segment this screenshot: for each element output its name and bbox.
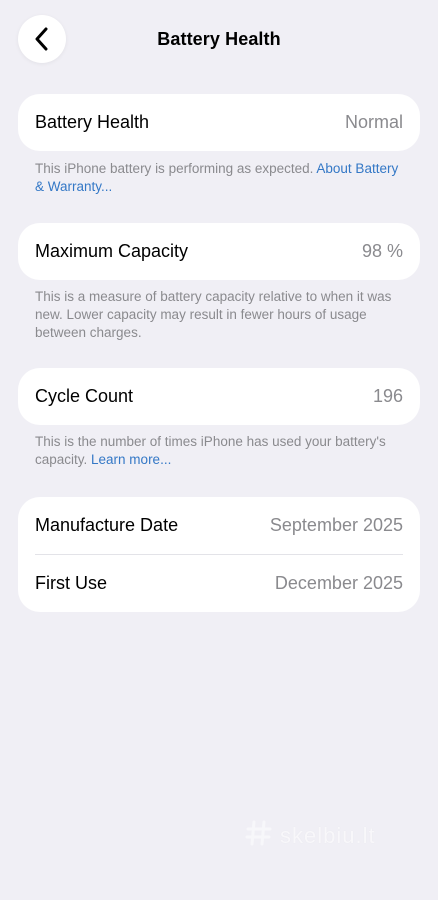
battery-health-card[interactable]: Battery Health Normal xyxy=(18,94,420,151)
dates-card: Manufacture Date September 2025 First Us… xyxy=(18,497,420,612)
manufacture-date-value: September 2025 xyxy=(269,515,403,535)
first-use-value: December 2025 xyxy=(274,573,403,593)
battery-health-value: Normal xyxy=(344,112,403,132)
learn-more-link[interactable]: Learn more... xyxy=(91,452,171,467)
battery-health-label: Battery Health xyxy=(35,112,150,132)
cycle-count-footnote: This is the number of times iPhone has u… xyxy=(35,433,405,469)
cycle-count-note: This is the number of times iPhone has u… xyxy=(35,434,386,467)
maximum-capacity-label: Maximum Capacity xyxy=(35,241,189,261)
manufacture-date-row: Manufacture Date September 2025 xyxy=(18,497,420,554)
watermark: skelbiu.lt xyxy=(244,818,376,853)
cycle-count-row: Cycle Count 196 xyxy=(18,368,420,425)
battery-health-note: This iPhone battery is performing as exp… xyxy=(35,161,317,176)
maximum-capacity-card: Maximum Capacity 98 % xyxy=(18,223,420,280)
hash-icon xyxy=(244,818,274,853)
maximum-capacity-note: This is a measure of battery capacity re… xyxy=(35,289,392,340)
battery-health-row[interactable]: Battery Health Normal xyxy=(18,94,420,151)
battery-health-footnote: This iPhone battery is performing as exp… xyxy=(35,160,405,196)
maximum-capacity-row: Maximum Capacity 98 % xyxy=(18,223,420,280)
maximum-capacity-value: 98 % xyxy=(361,241,403,261)
first-use-row: First Use December 2025 xyxy=(18,555,420,612)
navigation-bar: Battery Health xyxy=(0,0,438,80)
first-use-label: First Use xyxy=(35,573,107,593)
cycle-count-value: 196 xyxy=(372,386,403,406)
page-title: Battery Health xyxy=(157,29,281,49)
maximum-capacity-footnote: This is a measure of battery capacity re… xyxy=(35,288,405,342)
watermark-text: skelbiu.lt xyxy=(280,822,376,848)
cycle-count-card: Cycle Count 196 xyxy=(18,368,420,425)
manufacture-date-label: Manufacture Date xyxy=(35,515,179,535)
cycle-count-label: Cycle Count xyxy=(35,386,134,406)
